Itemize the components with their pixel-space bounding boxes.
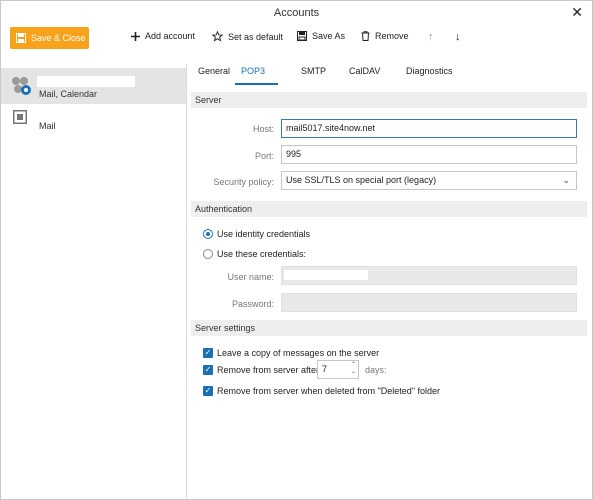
identity-credentials-radio[interactable] <box>203 229 213 239</box>
password-label: Password: <box>231 299 274 309</box>
leave-copy-checkbox[interactable]: ✓ <box>203 348 213 358</box>
account-type-label: Mail <box>39 121 56 131</box>
port-label: Port: <box>254 151 274 161</box>
username-label: User name: <box>227 272 274 282</box>
these-credentials-radio[interactable] <box>203 249 213 259</box>
account-name-redacted <box>37 76 135 87</box>
days-value: 7 <box>322 364 328 374</box>
port-input[interactable]: 995 <box>281 145 577 164</box>
add-account-label: Add account <box>145 31 196 41</box>
these-credentials-label[interactable]: Use these credentials: <box>217 249 306 259</box>
remove-after-label[interactable]: Remove from server after <box>217 365 319 375</box>
floppy-icon <box>297 31 307 41</box>
identity-credentials-label[interactable]: Use identity credentials <box>217 229 310 239</box>
tab-general[interactable]: General <box>198 66 230 76</box>
title-bar: Accounts ✕ <box>1 1 592 25</box>
days-label: days: <box>365 365 387 375</box>
move-down-icon[interactable]: ↓ <box>455 31 461 43</box>
security-policy-select[interactable]: Use SSL/TLS on special port (legacy) ⌄ <box>281 171 577 190</box>
server-settings-header: Server settings <box>191 320 587 336</box>
save-close-label: Save & Close <box>31 33 86 43</box>
save-as-button[interactable]: Save As <box>297 31 345 41</box>
account-mail-icon <box>13 110 27 124</box>
tab-caldav[interactable]: CalDAV <box>349 66 380 76</box>
plus-icon <box>131 31 140 41</box>
star-icon <box>212 31 223 42</box>
remove-button[interactable]: Remove <box>361 31 409 41</box>
toolbar: Save & Close Add account Set as default … <box>1 25 592 55</box>
set-default-label: Set as default <box>228 31 284 42</box>
account-type-label: Mail, Calendar <box>39 89 98 99</box>
remove-deleted-checkbox[interactable]: ✓ <box>203 386 213 396</box>
remove-deleted-label[interactable]: Remove from server when deleted from "De… <box>217 386 440 396</box>
account-list: Mail, Calendar Mail <box>1 64 187 500</box>
set-default-button[interactable]: Set as default <box>212 31 283 42</box>
window-title: Accounts <box>273 7 320 19</box>
remove-after-checkbox[interactable]: ✓ <box>203 365 213 375</box>
save-icon <box>16 33 26 43</box>
auth-section-header: Authentication <box>191 201 587 217</box>
trash-icon <box>361 31 370 41</box>
password-input <box>281 293 577 312</box>
tab-pop3[interactable]: POP3 <box>241 66 265 76</box>
host-input[interactable]: mail5017.site4now.net <box>281 119 577 138</box>
tab-diagnostics[interactable]: Diagnostics <box>406 66 453 76</box>
security-policy-label: Security policy: <box>213 177 274 187</box>
days-stepper[interactable]: 7 ⌃ ⌄ <box>317 360 359 379</box>
security-policy-value: Use SSL/TLS on special port (legacy) <box>286 175 437 185</box>
account-item-1[interactable]: Mail, Calendar <box>1 68 186 104</box>
account-sync-icon <box>12 77 31 95</box>
server-section-header: Server <box>191 92 587 108</box>
tab-smtp[interactable]: SMTP <box>301 66 326 76</box>
username-redacted <box>284 270 368 280</box>
settings-panel: General POP3 SMTP CalDAV Diagnostics Ser… <box>188 56 592 500</box>
account-item-2[interactable]: Mail <box>1 106 186 142</box>
stepper-arrows-icon[interactable]: ⌃ ⌄ <box>351 362 356 376</box>
leave-copy-label[interactable]: Leave a copy of messages on the server <box>217 348 379 358</box>
active-tab-indicator <box>235 83 278 85</box>
chevron-down-icon: ⌄ <box>562 175 570 185</box>
add-account-button[interactable]: Add account <box>131 31 195 41</box>
close-icon[interactable]: ✕ <box>571 4 583 21</box>
accounts-window: Accounts ✕ Save & Close Add account Set … <box>0 0 593 500</box>
save-close-button[interactable]: Save & Close <box>10 27 89 49</box>
remove-label: Remove <box>375 31 409 41</box>
host-label: Host: <box>252 124 274 134</box>
move-up-icon[interactable]: ↑ <box>428 31 434 43</box>
save-as-label: Save As <box>312 31 346 41</box>
tab-bar: General POP3 SMTP CalDAV Diagnostics <box>188 56 592 86</box>
username-input <box>281 266 577 285</box>
